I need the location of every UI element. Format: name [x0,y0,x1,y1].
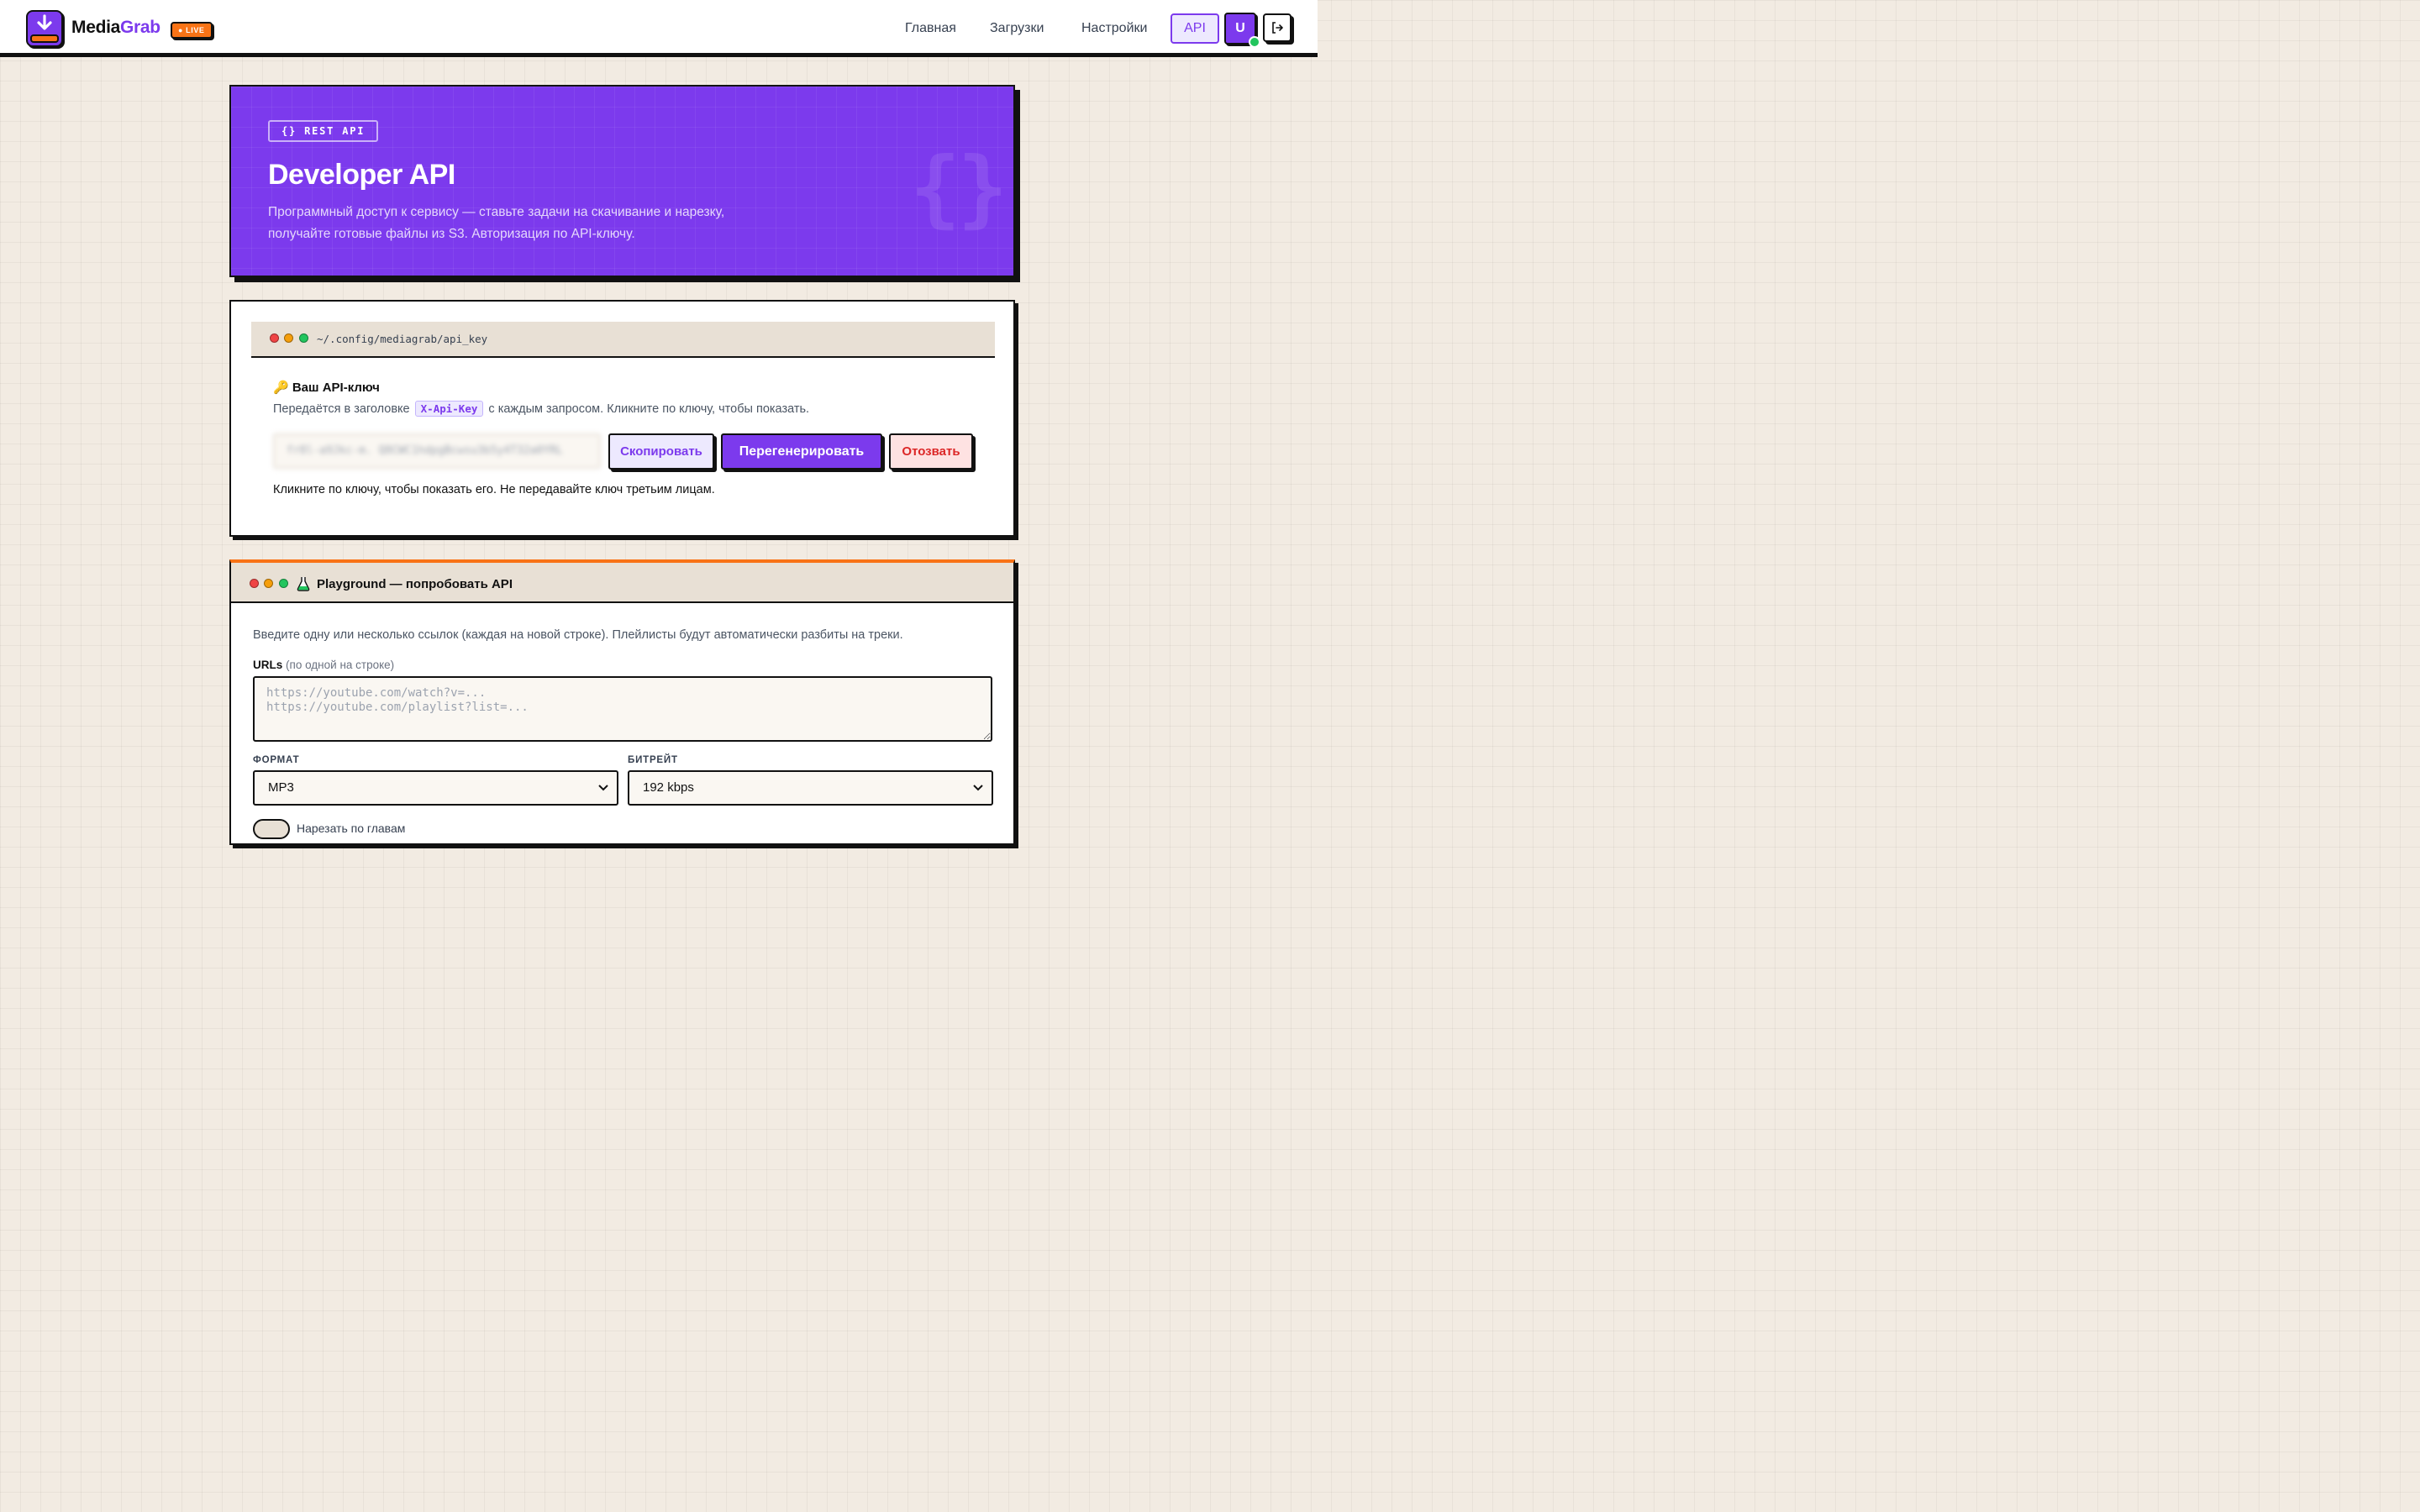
terminal-titlebar: ~/.config/mediagrab/api_key [251,322,995,358]
nav-home[interactable]: Главная [905,21,956,36]
logout-icon [1272,22,1283,34]
window-dot-green-icon [299,333,308,343]
chapters-toggle-label: Нарезать по главам [297,822,406,835]
window-dot-red-icon [250,579,259,588]
format-label: ФОРМАТ [253,755,300,765]
desc-before: Передаётся в заголовке [273,402,410,416]
logout-button[interactable] [1263,13,1292,42]
hero-banner: {} REST API Developer API Программный до… [229,85,1015,277]
bitrate-select[interactable]: 192 kbps [628,770,993,806]
live-badge: ● LIVE [171,22,213,39]
nav-settings[interactable]: Настройки [1081,21,1147,36]
online-status-dot [1249,36,1260,48]
bitrate-select-value: 192 kbps [643,780,694,795]
download-arrow-icon [37,14,52,30]
top-navbar: MediaGrab ● LIVE Главная Загрузки Настро… [0,0,1318,57]
chapters-toggle[interactable] [253,819,290,839]
page-title: Developer API [268,159,455,191]
logo-icon[interactable] [26,10,63,47]
bitrate-label: БИТРЕЙТ [628,755,678,765]
window-dot-yellow-icon [264,579,273,588]
urls-label-hint: (по одной на строке) [286,659,395,671]
playground-title: Playground — попробовать API [317,577,513,591]
chevron-down-icon [598,785,608,791]
api-key-field[interactable]: fr8l-a9Jkc-m. Q8CWC1hdpgBcwsu3b5y4T32a0Y… [273,433,601,469]
window-dot-red-icon [270,333,279,343]
nav-downloads[interactable]: Загрузки [990,21,1044,36]
flask-icon [297,577,310,591]
config-path: ~/.config/mediagrab/api_key [317,333,488,345]
urls-label: URLs (по одной на строке) [253,659,394,671]
nav-api-button[interactable]: API [1171,13,1219,44]
hero-description-line-1: Программный доступ к сервису — ставьте з… [268,205,725,219]
window-dot-yellow-icon [284,333,293,343]
api-key-description: Передаётся в заголовке X-Api-Key с кажды… [273,401,809,417]
chevron-down-icon [973,785,983,791]
api-key-card: ~/.config/mediagrab/api_key 🔑 Ваш API-кл… [229,300,1015,537]
hero-description-line-2: получайте готовые файлы из S3. Авторизац… [268,227,635,241]
playground-header: Playground — попробовать API [231,563,1013,603]
revoke-button[interactable]: Отозвать [889,433,973,470]
urls-textarea[interactable] [253,676,992,742]
hero-description: Программный доступ к сервису — ставьте з… [268,202,789,245]
api-key-title: 🔑 Ваш API-ключ [273,381,380,395]
format-select[interactable]: MP3 [253,770,618,806]
api-key-note: Кликните по ключу, чтобы показать его. Н… [273,483,715,496]
desc-after: с каждым запросом. Кликните по ключу, чт… [488,402,810,416]
logo-tray [30,34,59,43]
header-name-code: X-Api-Key [414,401,484,417]
playground-description: Введите одну или несколько ссылок (кажда… [253,628,903,642]
rest-api-badge: {} REST API [268,120,379,142]
copy-button[interactable]: Скопировать [608,433,714,470]
brand-name[interactable]: MediaGrab [71,18,160,38]
regenerate-button[interactable]: Перегенерировать [721,433,882,470]
urls-label-main: URLs [253,659,283,671]
playground-card: Playground — попробовать API Введите одн… [229,559,1015,845]
format-select-value: MP3 [268,780,294,795]
window-dot-green-icon [279,579,288,588]
brand-part-grab: Grab [120,18,160,37]
braces-decor-icon: {} [910,139,1007,237]
brand-part-media: Media [71,18,121,37]
